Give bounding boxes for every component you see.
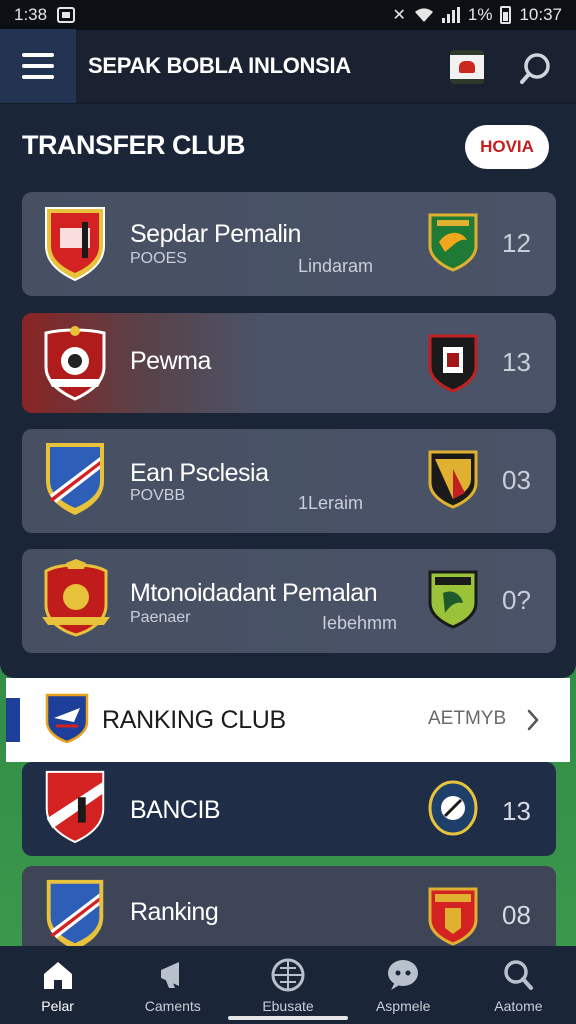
- transfer-action-button[interactable]: HOVIA: [465, 125, 549, 169]
- transfer-card[interactable]: Mtonoidadant Pemalan Paenaer Iebehmm 0?: [22, 549, 556, 653]
- ranking-card[interactable]: BANCIB 13: [22, 762, 556, 856]
- opponent-crest-icon: [428, 780, 478, 836]
- chevron-right-icon[interactable]: [526, 708, 540, 732]
- chat-icon: [388, 960, 419, 990]
- battery-icon: [500, 6, 512, 24]
- ranking-accent: [6, 698, 20, 742]
- menu-button[interactable]: [0, 29, 76, 103]
- card-name: Ean Psclesia: [130, 459, 269, 487]
- hamburger-icon: [22, 53, 54, 57]
- nav-label: Caments: [144, 998, 201, 1014]
- opponent-crest-icon: [428, 334, 478, 393]
- card-score: 12: [502, 228, 531, 258]
- search-icon[interactable]: [518, 50, 554, 86]
- megaphone-icon: [160, 962, 179, 988]
- card-venue: Iebehmm: [322, 613, 398, 633]
- transfer-card[interactable]: Pewma 13: [22, 313, 556, 413]
- card-name: Sepdar Pemalin: [130, 220, 301, 248]
- battery-percent: 1%: [467, 5, 493, 24]
- search-icon: [504, 960, 534, 990]
- bottom-nav: Pelar Caments Ebusate Aspmele Aatome: [0, 946, 576, 1024]
- nav-item-caments[interactable]: Caments: [115, 946, 230, 1024]
- club-crest-icon: [42, 559, 110, 637]
- card-sub: POOES: [130, 250, 187, 267]
- app-bar: SEPAK BOBLA INLONSIA: [0, 29, 576, 104]
- opponent-crest-icon: [428, 570, 478, 629]
- signal-icon: [441, 7, 460, 23]
- app-title: SEPAK BOBLA INLONSIA: [88, 53, 351, 78]
- card-venue: 1Leraim: [298, 493, 364, 513]
- nav-item-aatome[interactable]: Aatome: [461, 946, 576, 1024]
- nav-item-ebusate[interactable]: Ebusate: [230, 946, 345, 1024]
- card-name: Pewma: [130, 347, 211, 375]
- transfer-card[interactable]: Ean Psclesia POVBB 1Leraim 03: [22, 429, 556, 533]
- club-crest-icon: [46, 443, 104, 515]
- bluetooth-icon: ✕: [392, 7, 406, 24]
- nav-item-home[interactable]: Pelar: [0, 946, 115, 1024]
- section-title-ranking: RANKING CLUB: [102, 706, 286, 734]
- ball-icon: [271, 958, 305, 992]
- card-score: 03: [502, 465, 531, 495]
- status-clock: 10:37: [519, 5, 562, 24]
- card-score: 0?: [502, 585, 531, 615]
- nav-label: Aatome: [494, 998, 543, 1014]
- ranking-card-score: 08: [502, 900, 531, 930]
- ranking-card-name: Ranking: [130, 898, 219, 926]
- nav-item-aspmele[interactable]: Aspmele: [346, 946, 461, 1024]
- club-crest-icon: [45, 770, 105, 844]
- ranking-card-score: 13: [502, 796, 531, 826]
- transfer-card[interactable]: Sepdar Pemalin POOES Lindaram 12: [22, 192, 556, 296]
- opponent-crest-icon: [428, 213, 478, 272]
- ranking-card-name: BANCIB: [130, 796, 221, 824]
- status-time: 1:38: [14, 5, 48, 24]
- card-sub: Paenaer: [130, 609, 191, 626]
- club-crest-icon: [46, 879, 104, 951]
- status-bar: 1:38 ✕ 1% 10:37: [0, 0, 576, 30]
- opponent-crest-icon: [428, 450, 478, 509]
- card-name: Mtonoidadant Pemalan: [130, 579, 378, 607]
- notification-icon: [57, 7, 76, 23]
- nav-label: Ebusate: [262, 998, 314, 1014]
- ranking-crest-icon: [45, 693, 89, 744]
- home-icon: [43, 962, 72, 989]
- club-crest-icon: [45, 207, 105, 282]
- flag-icon[interactable]: [450, 50, 484, 84]
- section-title-transfer: TRANSFER CLUB: [22, 130, 246, 160]
- nav-label: Aspmele: [375, 998, 431, 1014]
- ranking-header[interactable]: RANKING CLUB AETMYB: [6, 678, 570, 762]
- card-venue: Lindaram: [298, 256, 374, 276]
- club-crest-icon: [44, 326, 106, 401]
- card-score: 13: [502, 347, 531, 377]
- opponent-crest-icon: [428, 887, 478, 946]
- home-indicator[interactable]: [228, 1016, 348, 1020]
- wifi-icon: [414, 8, 433, 22]
- nav-label: Pelar: [41, 998, 74, 1014]
- card-sub: POVBB: [130, 487, 186, 504]
- ranking-more-link[interactable]: AETMYB: [428, 708, 506, 730]
- main-panel: SEPAK BOBLA INLONSIA TRANSFER CLUB HOVIA…: [0, 29, 576, 678]
